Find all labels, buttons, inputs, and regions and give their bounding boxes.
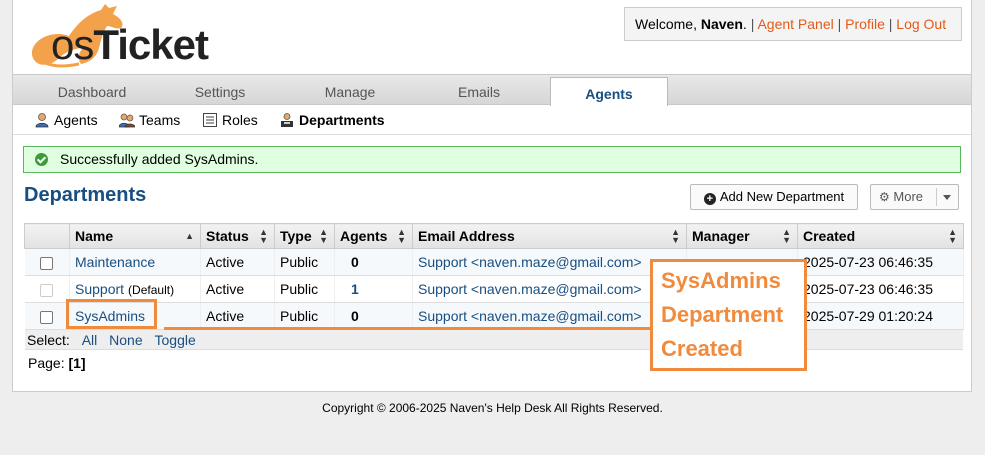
- sub-nav: Agents Teams Roles Departments: [13, 106, 971, 135]
- agents-count: 0: [334, 248, 413, 276]
- created-cell: 2025-07-23 06:46:35: [797, 248, 964, 276]
- user-info-bar: Welcome, Naven. | Agent Panel | Profile …: [624, 7, 962, 41]
- email-link[interactable]: Support <naven.maze@gmail.com>: [418, 254, 642, 270]
- main-container: osTicket Welcome, Naven. | Agent Panel |…: [12, 0, 972, 392]
- pager-label: Page:: [28, 355, 65, 371]
- tab-manage[interactable]: Manage: [281, 75, 419, 105]
- tab-emails[interactable]: Emails: [411, 75, 547, 105]
- column-header-email[interactable]: Email Address ▲ ▼: [412, 223, 687, 249]
- page-title: Departments: [24, 184, 147, 206]
- table-row: Support (Default) Active Public 1 Support…: [24, 275, 964, 303]
- chevron-down-icon: [943, 195, 951, 200]
- email-link[interactable]: Support <naven.maze@gmail.com>: [418, 281, 642, 297]
- select-label: Select:: [27, 332, 70, 348]
- row-checkbox[interactable]: [40, 256, 54, 270]
- separator: |: [888, 16, 893, 32]
- subnav-item-agents[interactable]: Agents: [34, 106, 98, 134]
- default-tag: (Default): [128, 283, 175, 297]
- roles-icon: [203, 113, 217, 127]
- type-cell: Public: [274, 248, 335, 276]
- logout-link[interactable]: Log Out: [896, 16, 946, 32]
- department-link[interactable]: Maintenance: [75, 254, 155, 270]
- user-name: Naven: [700, 16, 743, 32]
- current-page: [1]: [68, 355, 86, 371]
- column-header-name[interactable]: Name ▲: [69, 223, 201, 249]
- tab-dashboard[interactable]: Dashboard: [13, 75, 171, 105]
- created-cell: 2025-07-29 01:20:24: [797, 302, 964, 330]
- select-all-link[interactable]: All: [82, 332, 98, 348]
- logo-wordmark: osTicket: [51, 21, 209, 68]
- select-bar: Select: All None Toggle: [25, 330, 963, 350]
- agent-panel-link[interactable]: Agent Panel: [757, 16, 833, 32]
- table-header-row: Name ▲ Status ▲ ▼ Type ▲ ▼ Agents ▲ ▼ Email Add…: [24, 223, 964, 249]
- annotation-highlight-name: [66, 299, 157, 329]
- sort-icon: ▲ ▼: [671, 227, 680, 245]
- subnav-item-roles[interactable]: Roles: [202, 106, 258, 134]
- tab-settings[interactable]: Settings: [151, 75, 289, 105]
- success-message: Successfully added SysAdmins.: [23, 146, 961, 173]
- select-none-link[interactable]: None: [109, 332, 142, 348]
- annotation-line: SysAdmins: [661, 268, 781, 293]
- subnav-item-departments[interactable]: Departments: [279, 106, 385, 134]
- sort-icon: ▲ ▼: [948, 227, 957, 245]
- status-cell: Active: [200, 275, 275, 303]
- annotation-line: Department: [661, 302, 784, 327]
- more-dropdown-button[interactable]: ⚙ More: [870, 184, 959, 210]
- status-cell: Active: [200, 248, 275, 276]
- annotation-line: Created: [661, 336, 743, 361]
- teams-icon: [119, 113, 135, 128]
- check-circle-icon: [35, 153, 48, 166]
- header-checkbox-col: [24, 223, 70, 249]
- column-header-status[interactable]: Status ▲ ▼: [200, 223, 275, 249]
- created-cell: 2025-07-23 06:46:35: [797, 275, 964, 303]
- row-checkbox[interactable]: [40, 310, 54, 324]
- gear-icon: ⚙: [879, 190, 890, 204]
- column-header-manager[interactable]: Manager ▲ ▼: [686, 223, 798, 249]
- type-cell: Public: [274, 275, 335, 303]
- subnav-item-teams[interactable]: Teams: [119, 106, 180, 134]
- column-header-type[interactable]: Type ▲ ▼: [274, 223, 335, 249]
- column-header-created[interactable]: Created ▲ ▼: [797, 223, 964, 249]
- sort-icon: ▲ ▼: [782, 227, 791, 245]
- table-row: Maintenance Active Public 0 Support <nav…: [24, 248, 964, 276]
- departments-icon: [281, 113, 293, 127]
- sort-icon: ▲ ▼: [259, 227, 268, 245]
- column-header-agents[interactable]: Agents ▲ ▼: [334, 223, 413, 249]
- sort-icon: ▲ ▼: [319, 227, 328, 245]
- footer-copyright: Copyright © 2006-2025 Naven's Help Desk …: [322, 401, 663, 415]
- agent-icon: [35, 113, 49, 128]
- annotation-callout: SysAdmins Department Created: [650, 259, 807, 371]
- annotation-highlight-row: [164, 307, 652, 330]
- sort-asc-icon: ▲: [185, 231, 194, 241]
- sort-icon: ▲ ▼: [397, 227, 406, 245]
- separator: |: [750, 16, 755, 32]
- pager: Page: [1]: [28, 355, 86, 371]
- plus-circle-icon: +: [703, 193, 716, 205]
- agents-count-link[interactable]: 1: [351, 281, 359, 297]
- department-link[interactable]: Support: [75, 281, 124, 297]
- main-nav: Dashboard Settings Manage Emails Agents: [13, 74, 971, 107]
- row-checkbox-disabled: [40, 283, 54, 297]
- select-toggle-link[interactable]: Toggle: [155, 332, 196, 348]
- separator: |: [837, 16, 842, 32]
- profile-link[interactable]: Profile: [845, 16, 885, 32]
- add-new-department-button[interactable]: + Add New Department: [690, 184, 858, 210]
- tab-agents[interactable]: Agents: [550, 77, 668, 107]
- osticket-logo[interactable]: osTicket: [21, 2, 231, 70]
- header: osTicket Welcome, Naven. | Agent Panel |…: [13, 0, 971, 74]
- welcome-text: Welcome,: [635, 16, 701, 32]
